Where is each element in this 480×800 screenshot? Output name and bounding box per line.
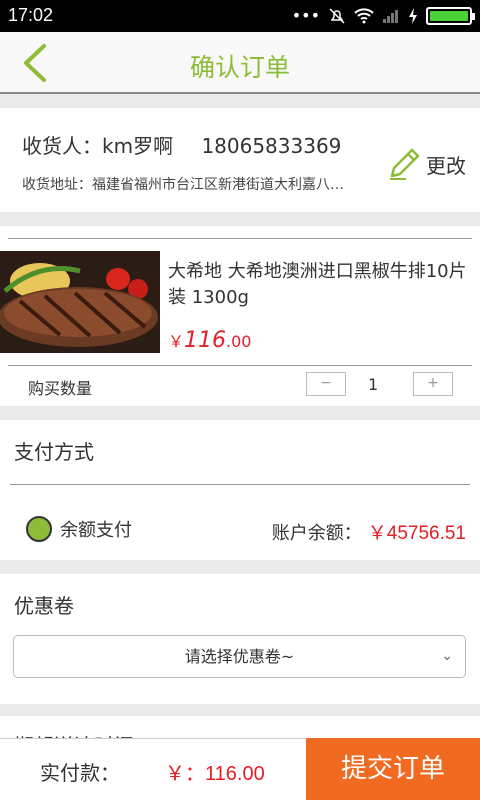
pencil-icon [390, 148, 420, 180]
price-symbol: ￥ [168, 332, 185, 351]
mute-icon [329, 7, 345, 24]
more-dots-icon: ••• [291, 6, 320, 25]
header: 确认订单 [0, 32, 480, 94]
address-card: 收货人：km罗啊 18065833369 收货地址：福建省福州市台江区新港街道大… [0, 108, 480, 212]
coupon-card: 优惠卷 请选择优惠卷~ ⌄ [0, 574, 480, 704]
bottom-bar: 实付款： ￥：116.00 提交订单 [0, 738, 480, 800]
product-card: 大希地 大希地澳洲进口黑椒牛排10片装 1300g ￥116.00 购买数量 −… [0, 226, 480, 406]
signal-icon [383, 9, 398, 23]
receiver-phone: 18065833369 [201, 134, 342, 158]
pay-total: ￥：116.00 [165, 763, 265, 785]
price-decimal: .00 [226, 332, 252, 351]
pay-label: 实付款： [40, 761, 120, 785]
divider [8, 238, 472, 239]
balance-amount: ￥45756.51 [367, 523, 466, 544]
quantity-increase-button[interactable]: + [413, 372, 453, 396]
product-price: ￥116.00 [168, 328, 251, 353]
receiver-name: 收货人：km罗啊 [22, 134, 174, 158]
quantity-decrease-button[interactable]: − [306, 372, 346, 396]
quantity-value: 1 [368, 375, 379, 394]
address-line: 收货地址：福建省福州市台江区新港街道大利嘉八… [22, 177, 344, 193]
account-balance: 账户余额： ￥45756.51 [272, 518, 466, 545]
submit-order-button[interactable]: 提交订单 [306, 738, 480, 800]
radio-selected-icon[interactable] [26, 516, 52, 542]
coupon-select-value: 请选择优惠卷~ [184, 647, 295, 666]
status-bar: 17:02 ••• [0, 0, 480, 32]
battery-icon [426, 6, 475, 25]
status-time: 17:02 [8, 5, 54, 25]
balance-payment-option[interactable]: 余额支付 [26, 516, 132, 542]
payment-card: 支付方式 余额支付 账户余额： ￥45756.51 [0, 420, 480, 560]
payment-title: 支付方式 [14, 440, 94, 464]
edit-address-button[interactable]: 更改 [386, 146, 466, 182]
steak-image [0, 251, 160, 353]
payment-option-label: 余额支付 [60, 520, 132, 541]
coupon-select[interactable]: 请选择优惠卷~ ⌄ [13, 635, 466, 678]
chevron-down-icon: ⌄ [441, 648, 453, 664]
price-integer: 116 [184, 328, 227, 353]
edit-label: 更改 [426, 153, 466, 178]
receiver-info: 收货人：km罗啊 18065833369 [22, 130, 363, 159]
product-name[interactable]: 大希地 大希地澳洲进口黑椒牛排10片装 1300g [168, 259, 468, 311]
balance-label: 账户余额： [271, 523, 362, 544]
status-icons: ••• [291, 6, 475, 25]
divider [10, 484, 470, 485]
quantity-label: 购买数量 [28, 379, 93, 398]
battery-fill [430, 10, 468, 21]
charging-icon [409, 7, 417, 24]
quantity-row: 购买数量 − 1 + [8, 365, 472, 405]
product-image[interactable] [0, 251, 160, 353]
wifi-icon [354, 7, 374, 23]
page-title: 确认订单 [189, 53, 290, 82]
coupon-title: 优惠卷 [14, 594, 74, 618]
